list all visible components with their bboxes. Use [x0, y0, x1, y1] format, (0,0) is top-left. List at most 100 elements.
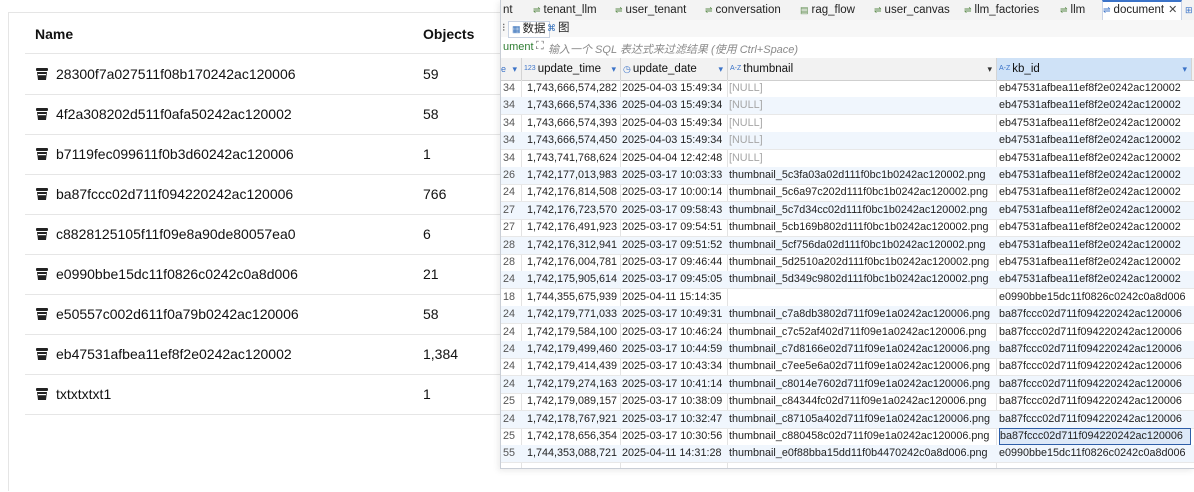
cell-update-date[interactable]: 2025-04-03 15:49:34 [622, 80, 728, 97]
cell-thumbnail[interactable]: thumbnail_5c3fa03a02d111f0bc1b0242ac1200… [729, 167, 995, 184]
cell-update-date[interactable]: 2025-03-17 10:41:14 [622, 376, 728, 393]
cell-update-date[interactable]: 2025-03-17 10:38:09 [622, 393, 728, 410]
cell-kb-id[interactable]: ba87fccc02d711f094220242ac120006 [999, 358, 1189, 375]
cell-thumbnail[interactable]: [NULL] [729, 115, 995, 132]
cell-kb-id[interactable]: e0990bbe15dc11f0826c0242c0a8d006 [999, 289, 1189, 306]
row-lead-cell[interactable]: 25 [503, 393, 515, 410]
cell-update-time[interactable]: 1,742,176,814,508 [527, 184, 621, 201]
row-lead-cell[interactable]: 34 [503, 115, 515, 132]
table-row[interactable]: 34 1,743,666,574,282 2025-04-03 15:49:34 [N… [501, 80, 1194, 98]
cell-kb-id[interactable]: eb47531afbea11ef8f2e0242ac120002 [999, 167, 1189, 184]
column-update-date[interactable]: ◷ update_date ▾ [621, 58, 728, 80]
table-row[interactable]: 34 1,743,666,574,450 2025-04-03 15:49:34 [N… [501, 132, 1194, 151]
column-kb-id[interactable]: A-Z kb_id ▾ [997, 58, 1192, 80]
cell-thumbnail[interactable]: thumbnail_c8014e7602d711f09e1a0242ac1200… [729, 376, 995, 393]
cell-kb-id[interactable]: ba87fccc02d711f094220242ac120006 [999, 376, 1189, 393]
row-lead-cell[interactable]: 24 [503, 184, 515, 201]
cell-kb-id[interactable]: eb47531afbea11ef8f2e0242ac120002 [999, 202, 1189, 219]
table-row[interactable]: 24 1,742,176,814,508 2025-03-17 10:00:14 th… [501, 184, 1194, 203]
cell-thumbnail[interactable]: thumbnail_5c6a97c202d111f0bc1b0242ac1200… [729, 184, 995, 201]
expand-icon[interactable]: ⛶ [536, 40, 544, 53]
sort-arrow-icon[interactable]: ▾ [1182, 58, 1187, 80]
cell-kb-id[interactable]: eb47531afbea11ef8f2e0242ac120002 [999, 219, 1189, 236]
table-row[interactable]: 24 1,742,179,771,033 2025-03-17 10:49:31 th… [501, 306, 1194, 325]
column-thumbnail[interactable]: A-Z thumbnail ▾ [728, 58, 997, 80]
cell-update-date[interactable]: 2025-04-03 15:49:34 [622, 132, 728, 149]
cell-update-time[interactable]: 1,744,353,088,721 [527, 445, 621, 462]
cell-update-date[interactable]: 2025-03-17 09:51:52 [622, 237, 728, 254]
bucket-row[interactable]: c8828125105f11f09e8a90de80057ea0 6 [25, 214, 501, 255]
cell-update-time[interactable]: 1,742,176,312,941 [527, 237, 621, 254]
bucket-name[interactable]: c8828125105f11f09e8a90de80057ea0 [56, 226, 296, 242]
table-row[interactable]: 28 1,742,176,004,781 2025-03-17 09:46:44 th… [501, 254, 1194, 272]
cell-kb-id[interactable]: eb47531afbea11ef8f2e0242ac120002 [999, 254, 1189, 271]
cell-thumbnail[interactable]: thumbnail_c7a8db3802d711f09e1a0242ac1200… [729, 306, 995, 323]
cell-thumbnail[interactable]: [NULL] [729, 97, 995, 114]
table-row[interactable]: 27 1,742,176,723,570 2025-03-17 09:58:43 th… [501, 201, 1194, 220]
cell-thumbnail[interactable]: thumbnail_c7d8166e02d711f09e1a0242ac1200… [729, 341, 995, 358]
cell-update-date[interactable]: 2025-04-04 12:42:48 [622, 150, 728, 167]
panel-toggle-icon[interactable]: ⁝ [502, 21, 506, 34]
row-lead-cell[interactable]: 28 [503, 254, 515, 271]
column-update-time[interactable]: 123 update_time ▾ [522, 58, 621, 80]
cell-update-time[interactable]: 1,742,178,767,921 [527, 411, 621, 428]
table-row[interactable]: 34 1,743,666,574,336 2025-04-03 15:49:34 [N… [501, 97, 1194, 116]
more-tabs-icon[interactable]: ⊞ [1185, 0, 1194, 20]
cell-update-time[interactable]: 1,743,666,574,282 [527, 80, 621, 97]
table-row[interactable]: 27 1,742,176,491,923 2025-03-17 09:54:51 th… [501, 219, 1194, 238]
cell-update-date[interactable]: 2025-03-17 09:46:44 [622, 254, 728, 271]
table-row[interactable]: 26 1,742,177,013,983 2025-03-17 10:03:33 th… [501, 167, 1194, 185]
close-icon[interactable]: ✕ [1168, 4, 1177, 16]
cell-update-time[interactable]: 1,743,666,574,336 [527, 97, 621, 114]
table-row[interactable]: 24 1,742,179,584,100 2025-03-17 10:46:24 th… [501, 324, 1194, 342]
cell-update-date[interactable]: 2025-03-17 10:46:24 [622, 324, 728, 341]
cell-update-time[interactable]: 1,744,355,675,939 [527, 289, 621, 306]
tab-tenant-llm[interactable]: ⇌ tenant_llm [533, 0, 613, 20]
cell-kb-id[interactable]: ba87fccc02d711f094220242ac120006 [999, 411, 1189, 428]
tab-llm-factories[interactable]: ⇌ llm_factories [964, 0, 1056, 20]
column-header-name[interactable]: Name [35, 26, 73, 42]
cell-update-time[interactable]: 1,742,176,723,570 [527, 202, 621, 219]
table-row[interactable]: 24 1,742,178,767,921 2025-03-17 10:32:47 th… [501, 410, 1194, 429]
cell-thumbnail[interactable]: thumbnail_5d2510a202d111f0bc1b0242ac1200… [729, 254, 995, 271]
row-lead-cell[interactable]: 24 [503, 376, 515, 393]
cell-update-date[interactable]: 2025-04-03 15:49:34 [622, 97, 728, 114]
cell-update-date[interactable]: 2025-03-17 10:32:47 [622, 411, 728, 428]
sort-arrow-icon[interactable]: ▾ [987, 58, 992, 80]
row-lead-cell[interactable]: 24 [503, 306, 515, 323]
cell-update-time[interactable]: 1,742,178,656,354 [527, 428, 621, 445]
cell-update-time[interactable]: 1,743,666,574,450 [527, 132, 621, 149]
cell-kb-id[interactable]: e0990bbe15dc11f0826c0242c0a8d006 [999, 445, 1189, 462]
cell-update-time[interactable]: 1,742,179,414,439 [527, 358, 621, 375]
cell-kb-id[interactable]: eb47531afbea11ef8f2e0242ac120002 [999, 132, 1189, 149]
cell-update-time[interactable]: 1,743,666,574,393 [527, 115, 621, 132]
cell-update-time[interactable]: 1,742,179,499,460 [527, 341, 621, 358]
table-row[interactable]: 55 1,744,353,088,721 2025-04-11 14:31:28 th… [501, 445, 1194, 464]
cell-update-time[interactable]: 1,743,741,768,624 [527, 150, 621, 167]
table-row[interactable]: 25 1,742,179,089,157 2025-03-17 10:38:09 th… [501, 393, 1194, 412]
bucket-row[interactable]: txtxtxtxt1 1 [25, 374, 501, 415]
cell-update-date[interactable]: 2025-03-17 10:43:34 [622, 358, 728, 375]
cell-update-date[interactable]: 2025-03-17 09:54:51 [622, 219, 728, 236]
cell-thumbnail[interactable] [729, 289, 995, 306]
row-lead-cell[interactable]: 18 [503, 289, 515, 306]
tab-diagram-view[interactable]: ⌘ 图 [547, 21, 570, 36]
row-lead-cell[interactable]: 27 [503, 202, 515, 219]
cell-update-time[interactable]: 1,742,179,584,100 [527, 324, 621, 341]
cell-thumbnail[interactable]: thumbnail_5cf756da02d111f0bc1b0242ac1200… [729, 237, 995, 254]
row-lead-cell[interactable]: 27 [503, 219, 515, 236]
cell-kb-id[interactable]: ba87fccc02d711f094220242ac120006 [999, 306, 1189, 323]
bucket-row[interactable]: b7119fec099611f0b3d60242ac120006 1 [25, 134, 501, 175]
column-header-objects[interactable]: Objects [423, 26, 474, 42]
table-row[interactable]: 34 1,743,741,768,624 2025-04-04 12:42:48 [N… [501, 150, 1194, 168]
bucket-name[interactable]: 28300f7a027511f08b170242ac120006 [56, 66, 296, 82]
cell-update-date[interactable]: 2025-03-17 10:44:59 [622, 341, 728, 358]
bucket-name[interactable]: ba87fccc02d711f094220242ac120006 [56, 186, 293, 202]
bucket-name[interactable]: txtxtxtxt1 [56, 386, 111, 402]
tab-user-canvas[interactable]: ⇌ user_canvas [874, 0, 960, 20]
table-row[interactable]: 28 1,742,176,312,941 2025-03-17 09:51:52 th… [501, 236, 1194, 255]
cell-update-date[interactable]: 2025-03-17 10:00:14 [622, 184, 728, 201]
cell-update-time[interactable]: 1,742,179,274,163 [527, 376, 621, 393]
bucket-row[interactable]: eb47531afbea11ef8f2e0242ac120002 1,384 [25, 334, 501, 375]
cell-update-time[interactable]: 1,742,177,013,983 [527, 167, 621, 184]
